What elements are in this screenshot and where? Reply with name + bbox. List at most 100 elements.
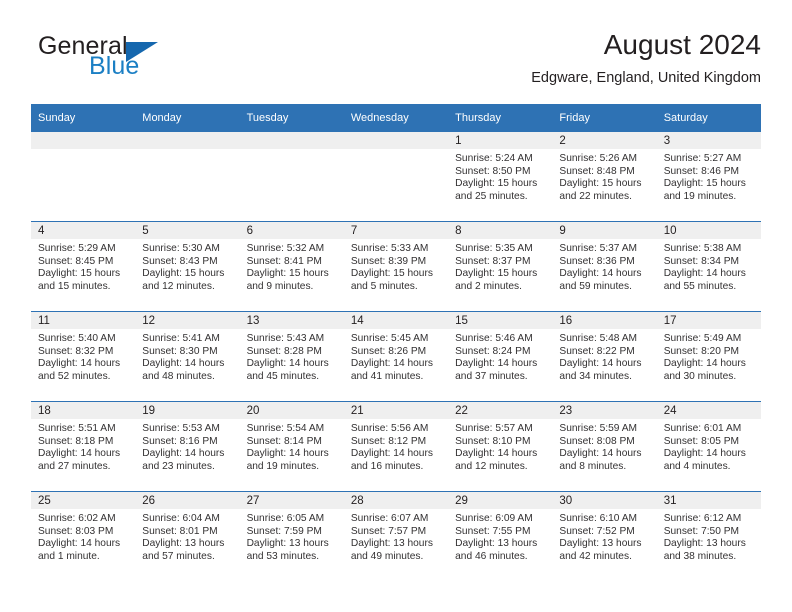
day-number: 24: [656, 402, 761, 419]
calendar-day-cell[interactable]: 10 Sunrise: 5:38 AM Sunset: 8:34 PM Dayligh…: [656, 222, 761, 311]
daylight-text-line2: and 12 minutes.: [142, 280, 215, 292]
calendar-day-cell[interactable]: 9 Sunrise: 5:37 AM Sunset: 8:36 PM Daylight…: [552, 222, 657, 311]
daylight-text-line2: and 55 minutes.: [663, 280, 737, 292]
day-details: Sunrise: 5:26 AM Sunset: 8:48 PM Daylight:…: [552, 149, 656, 203]
day-details: Sunrise: 6:12 AM Sunset: 7:50 PM Daylight:…: [657, 509, 761, 563]
calendar-cell: 13 Sunrise: 5:43 AM Sunset: 8:28 PM Dayligh…: [239, 311, 344, 402]
sunrise-text: Sunrise: 6:12 AM: [663, 513, 742, 524]
calendar-day-cell[interactable]: 1 Sunrise: 5:24 AM Sunset: 8:50 PM Daylight…: [448, 132, 553, 221]
calendar-day-cell[interactable]: 24 Sunrise: 6:01 AM Sunset: 8:05 PM Dayligh…: [656, 402, 761, 491]
calendar-day-cell[interactable]: 28 Sunrise: 6:07 AM Sunset: 7:57 PM Dayligh…: [343, 492, 449, 581]
calendar-day-cell[interactable]: 11 Sunrise: 5:40 AM Sunset: 8:32 PM Dayligh…: [31, 312, 136, 401]
day-number: [343, 132, 449, 149]
calendar-day-cell[interactable]: 14 Sunrise: 5:45 AM Sunset: 8:26 PM Dayligh…: [343, 312, 449, 401]
sunrise-text: Sunrise: 5:41 AM: [142, 333, 220, 344]
day-number: [239, 132, 344, 149]
calendar-day-cell[interactable]: 30 Sunrise: 6:10 AM Sunset: 7:52 PM Dayligh…: [552, 492, 657, 581]
weekday-header-wednesday: Wednesday: [343, 104, 449, 132]
calendar-day-cell-empty: [343, 132, 449, 221]
day-details: Sunrise: 6:05 AM Sunset: 7:59 PM Daylight:…: [240, 509, 344, 563]
calendar-cell: 19 Sunrise: 5:53 AM Sunset: 8:16 PM Dayligh…: [135, 401, 240, 492]
sunset-text: Sunset: 8:46 PM: [663, 165, 740, 177]
calendar-day-cell[interactable]: 19 Sunrise: 5:53 AM Sunset: 8:16 PM Dayligh…: [135, 402, 240, 491]
daylight-text-line2: and 42 minutes.: [559, 550, 632, 562]
calendar-cell: 2 Sunrise: 5:26 AM Sunset: 8:48 PM Daylight…: [552, 132, 657, 222]
sunset-text: Sunset: 8:22 PM: [559, 345, 635, 357]
daylight-text-line1: Daylight: 15 hours: [455, 178, 538, 190]
sunrise-text: Sunrise: 5:29 AM: [38, 243, 116, 254]
calendar-day-cell[interactable]: 15 Sunrise: 5:46 AM Sunset: 8:24 PM Dayligh…: [448, 312, 553, 401]
day-number: 27: [239, 492, 344, 509]
calendar-cell: 15 Sunrise: 5:46 AM Sunset: 8:24 PM Dayligh…: [448, 311, 553, 402]
daylight-text-line2: and 27 minutes.: [38, 460, 111, 472]
calendar-day-cell[interactable]: 29 Sunrise: 6:09 AM Sunset: 7:55 PM Dayligh…: [448, 492, 553, 581]
sunset-text: Sunset: 8:41 PM: [246, 255, 322, 267]
daylight-text-line1: Daylight: 15 hours: [246, 268, 329, 280]
calendar-table: Sunday Monday Tuesday Wednesday Thursday…: [31, 104, 761, 581]
calendar-day-cell[interactable]: 31 Sunrise: 6:12 AM Sunset: 7:50 PM Dayligh…: [656, 492, 761, 581]
calendar-day-cell[interactable]: 16 Sunrise: 5:48 AM Sunset: 8:22 PM Dayligh…: [552, 312, 657, 401]
calendar-day-cell[interactable]: 23 Sunrise: 5:59 AM Sunset: 8:08 PM Dayligh…: [552, 402, 657, 491]
sunrise-text: Sunrise: 5:32 AM: [246, 243, 325, 254]
day-details: Sunrise: 5:54 AM Sunset: 8:14 PM Daylight:…: [240, 419, 344, 473]
sunset-text: Sunset: 8:12 PM: [350, 435, 427, 447]
daylight-text-line1: Daylight: 14 hours: [350, 358, 433, 370]
calendar-cell: 28 Sunrise: 6:07 AM Sunset: 7:57 PM Dayligh…: [343, 491, 449, 581]
daylight-text-line2: and 5 minutes.: [350, 280, 418, 292]
day-details: Sunrise: 5:43 AM Sunset: 8:28 PM Daylight:…: [240, 329, 344, 383]
day-number: 20: [239, 402, 344, 419]
calendar-day-cell[interactable]: 17 Sunrise: 5:49 AM Sunset: 8:20 PM Dayligh…: [656, 312, 761, 401]
daylight-text-line2: and 2 minutes.: [455, 280, 522, 292]
calendar-day-cell[interactable]: 25 Sunrise: 6:02 AM Sunset: 8:03 PM Dayligh…: [31, 492, 136, 581]
day-details: Sunrise: 5:35 AM Sunset: 8:37 PM Daylight:…: [448, 239, 552, 293]
daylight-text-line1: Daylight: 14 hours: [663, 268, 746, 280]
sunrise-text: Sunrise: 5:45 AM: [350, 333, 429, 344]
daylight-text-line1: Daylight: 14 hours: [559, 448, 642, 460]
sunrise-text: Sunrise: 6:04 AM: [142, 513, 220, 524]
calendar-day-cell[interactable]: 12 Sunrise: 5:41 AM Sunset: 8:30 PM Dayligh…: [135, 312, 240, 401]
calendar-day-cell[interactable]: 20 Sunrise: 5:54 AM Sunset: 8:14 PM Dayligh…: [239, 402, 344, 491]
daylight-text-line2: and 19 minutes.: [246, 460, 320, 472]
calendar-day-cell[interactable]: 3 Sunrise: 5:27 AM Sunset: 8:46 PM Daylight…: [656, 132, 761, 221]
calendar-week-row: 4 Sunrise: 5:29 AM Sunset: 8:45 PM Daylight…: [31, 221, 761, 312]
daylight-text-line1: Daylight: 15 hours: [142, 268, 225, 280]
calendar-day-cell-empty: [239, 132, 344, 221]
calendar-day-cell[interactable]: 4 Sunrise: 5:29 AM Sunset: 8:45 PM Daylight…: [31, 222, 136, 311]
sunrise-text: Sunrise: 5:30 AM: [142, 243, 220, 254]
calendar-cell: 23 Sunrise: 5:59 AM Sunset: 8:08 PM Dayligh…: [552, 401, 657, 492]
calendar-day-cell[interactable]: 13 Sunrise: 5:43 AM Sunset: 8:28 PM Dayligh…: [239, 312, 344, 401]
calendar-day-cell[interactable]: 27 Sunrise: 6:05 AM Sunset: 7:59 PM Dayligh…: [239, 492, 344, 581]
daylight-text-line2: and 4 minutes.: [663, 460, 731, 472]
daylight-text-line2: and 53 minutes.: [246, 550, 320, 562]
daylight-text-line2: and 22 minutes.: [559, 190, 632, 202]
sunset-text: Sunset: 8:48 PM: [559, 165, 635, 177]
day-details: Sunrise: 6:01 AM Sunset: 8:05 PM Daylight:…: [657, 419, 761, 473]
weekday-header-thursday: Thursday: [448, 104, 553, 132]
daylight-text-line1: Daylight: 15 hours: [559, 178, 642, 190]
calendar-day-cell[interactable]: 2 Sunrise: 5:26 AM Sunset: 8:48 PM Daylight…: [552, 132, 657, 221]
daylight-text-line1: Daylight: 14 hours: [455, 358, 538, 370]
calendar-day-cell[interactable]: 22 Sunrise: 5:57 AM Sunset: 8:10 PM Dayligh…: [448, 402, 553, 491]
calendar-day-cell[interactable]: 7 Sunrise: 5:33 AM Sunset: 8:39 PM Daylight…: [343, 222, 449, 311]
day-details: Sunrise: 5:51 AM Sunset: 8:18 PM Daylight:…: [31, 419, 135, 473]
sunset-text: Sunset: 8:37 PM: [455, 255, 531, 267]
day-number: 21: [343, 402, 449, 419]
sunset-text: Sunset: 8:01 PM: [142, 525, 218, 537]
sunset-text: Sunset: 8:34 PM: [663, 255, 740, 267]
day-number: 13: [239, 312, 344, 329]
calendar-day-cell[interactable]: 6 Sunrise: 5:32 AM Sunset: 8:41 PM Daylight…: [239, 222, 344, 311]
calendar-day-cell[interactable]: 21 Sunrise: 5:56 AM Sunset: 8:12 PM Dayligh…: [343, 402, 449, 491]
calendar-day-cell[interactable]: 8 Sunrise: 5:35 AM Sunset: 8:37 PM Daylight…: [448, 222, 553, 311]
calendar-cell: 7 Sunrise: 5:33 AM Sunset: 8:39 PM Daylight…: [343, 221, 449, 312]
daylight-text-line1: Daylight: 15 hours: [350, 268, 433, 280]
day-number: 19: [135, 402, 240, 419]
calendar-day-cell[interactable]: 5 Sunrise: 5:30 AM Sunset: 8:43 PM Daylight…: [135, 222, 240, 311]
calendar-week-row: 25 Sunrise: 6:02 AM Sunset: 8:03 PM Dayligh…: [31, 491, 761, 581]
calendar-day-cell[interactable]: 18 Sunrise: 5:51 AM Sunset: 8:18 PM Dayligh…: [31, 402, 136, 491]
daylight-text-line1: Daylight: 13 hours: [142, 538, 225, 550]
sunrise-text: Sunrise: 5:57 AM: [455, 423, 533, 434]
sunset-text: Sunset: 8:03 PM: [38, 525, 114, 537]
calendar-day-cell[interactable]: 26 Sunrise: 6:04 AM Sunset: 8:01 PM Dayligh…: [135, 492, 240, 581]
sunrise-text: Sunrise: 6:05 AM: [246, 513, 325, 524]
calendar-cell: 6 Sunrise: 5:32 AM Sunset: 8:41 PM Daylight…: [239, 221, 344, 312]
